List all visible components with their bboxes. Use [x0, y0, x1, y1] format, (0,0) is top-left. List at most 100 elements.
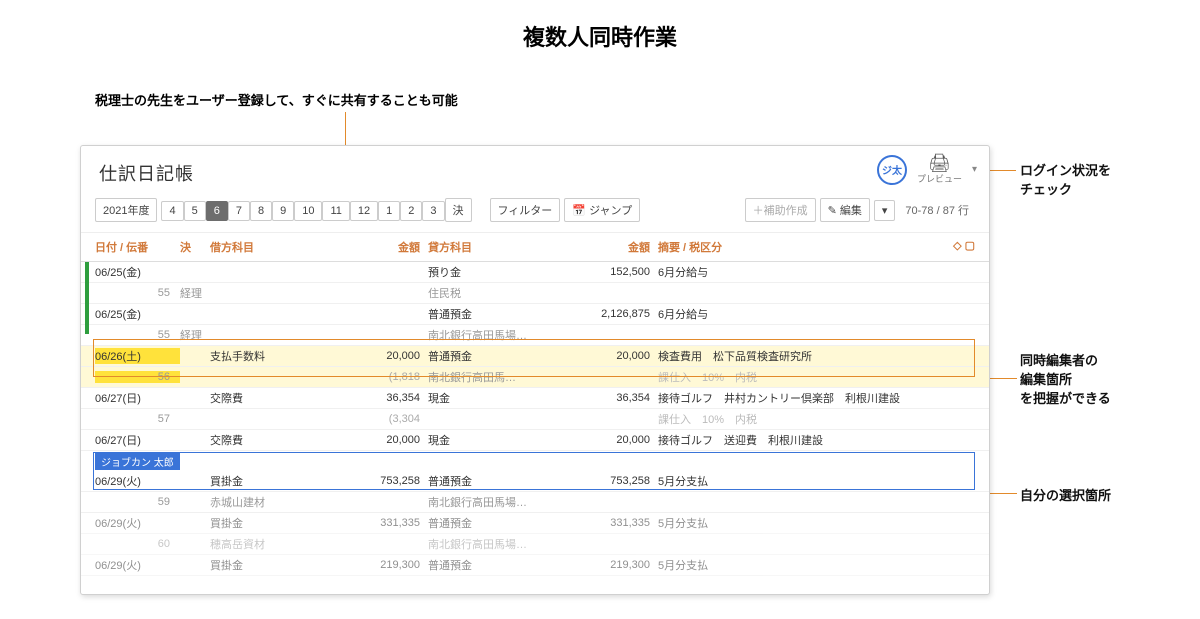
cell-desc: 接待ゴルフ 送迎費 利根川建設: [650, 432, 975, 448]
cell-debit: 穂高岳資材: [210, 536, 350, 552]
table-subrow[interactable]: 59赤城山建材南北銀行高田馬場…: [81, 492, 989, 513]
grid-body: 06/25(金)預り金152,5006月分給与55経理住民税06/25(金)普通…: [81, 262, 989, 576]
header-desc[interactable]: 摘要 / 税区分: [650, 239, 935, 255]
user-avatar[interactable]: ジ太: [877, 155, 907, 185]
settlement-button[interactable]: 決: [445, 198, 472, 222]
cell-amount-debit: 20,000: [350, 434, 420, 446]
cell-credit: 普通預金: [420, 473, 580, 489]
month-button-3[interactable]: 3: [422, 201, 444, 221]
cell-amount-debit: (1,818: [350, 371, 420, 383]
cell-amount-credit: 331,335: [580, 517, 650, 529]
calendar-icon: 📅: [572, 205, 586, 217]
cell-credit: 住民税: [420, 285, 580, 301]
print-label: プレビュー: [917, 172, 962, 185]
cell-desc: 5月分支払: [650, 557, 975, 573]
cell-desc: 課仕入 10% 内税: [650, 369, 975, 385]
tag-icon[interactable]: ◇: [953, 240, 961, 252]
month-button-10[interactable]: 10: [294, 201, 322, 221]
table-subrow[interactable]: 60 穂高岳資材 南北銀行高田馬場…: [81, 534, 989, 555]
print-preview-button[interactable]: 🖨 プレビュー: [917, 154, 962, 185]
header-icons: ◇ ▢: [935, 239, 975, 255]
header-date[interactable]: 日付 / 伝番: [95, 239, 180, 255]
table-subrow[interactable]: 55経理 住民税: [81, 283, 989, 304]
cell-debit: 交際費: [210, 390, 350, 406]
table-row[interactable]: 06/29(火)買掛金753,258普通預金753,2585月分支払: [81, 471, 989, 492]
pencil-icon: ✎: [828, 205, 837, 217]
header-settle[interactable]: 決: [180, 239, 210, 255]
header-debit[interactable]: 借方科目: [210, 239, 350, 255]
cell-debit: 買掛金: [210, 473, 350, 489]
table-subrow[interactable]: 57(3,304課仕入 10% 内税: [81, 409, 989, 430]
callout-other-editor: 同時編集者の 編集箇所 を把握ができる: [1020, 350, 1111, 407]
table-subrow[interactable]: 56(1,818南北銀行高田馬…課仕入 10% 内税: [81, 367, 989, 388]
month-button-6[interactable]: 6: [206, 201, 228, 221]
cell-credit: 預り金: [420, 264, 580, 280]
note-icon[interactable]: ▢: [965, 240, 975, 252]
month-button-4[interactable]: 4: [161, 201, 183, 221]
cell-credit: 南北銀行高田馬場…: [420, 536, 580, 552]
header-credit[interactable]: 貸方科目: [420, 239, 580, 255]
cell-settle: 経理: [180, 285, 210, 301]
table-row[interactable]: 06/25(金)普通預金2,126,8756月分給与: [81, 304, 989, 325]
month-button-5[interactable]: 5: [184, 201, 206, 221]
month-button-11[interactable]: 11: [322, 201, 349, 221]
jump-label: ジャンプ: [589, 205, 632, 217]
cell-amount-credit: 152,500: [580, 266, 650, 278]
cell-date: 06/26(土): [95, 348, 180, 364]
table-row[interactable]: 06/29(火)買掛金331,335普通預金331,3355月分支払: [81, 513, 989, 534]
cell-debit: 支払手数料: [210, 348, 350, 364]
header-amount-credit[interactable]: 金額: [580, 239, 650, 255]
cell-credit: 普通預金: [420, 557, 580, 573]
aux-create-button[interactable]: ＋補助作成: [745, 198, 816, 222]
cell-amount-debit: (3,304: [350, 413, 420, 425]
annotation-line: [987, 378, 1017, 379]
month-button-2[interactable]: 2: [400, 201, 422, 221]
cell-date: 06/27(日): [95, 390, 180, 406]
table-subrow[interactable]: 55経理南北銀行高田馬場…: [81, 325, 989, 346]
month-button-12[interactable]: 12: [350, 201, 378, 221]
month-button-9[interactable]: 9: [272, 201, 294, 221]
cell-amount-credit: 2,126,875: [580, 308, 650, 320]
cell-amount-credit: 20,000: [580, 434, 650, 446]
cell-debit: 赤城山建材: [210, 494, 350, 510]
jump-button[interactable]: 📅 ジャンプ: [564, 198, 640, 222]
cell-date: 06/29(火): [95, 515, 180, 531]
table-row[interactable]: 06/29(火)買掛金219,300普通預金219,3005月分支払: [81, 555, 989, 576]
edit-label: 編集: [840, 205, 862, 217]
table-row[interactable]: 06/27(日)交際費36,354現金36,354接待ゴルフ 井村カントリー倶楽…: [81, 388, 989, 409]
cell-settle: 経理: [180, 327, 210, 343]
page-heading: 複数人同時作業: [0, 0, 1200, 52]
dropdown-caret-icon[interactable]: ▾: [972, 164, 977, 175]
cell-credit: 普通預金: [420, 306, 580, 322]
month-button-7[interactable]: 7: [228, 201, 250, 221]
cell-date: 06/25(金): [95, 306, 180, 322]
header-amount-debit[interactable]: 金額: [350, 239, 420, 255]
annotation-line: [987, 493, 1017, 494]
table-row[interactable]: 06/27(日)交際費20,000現金20,000接待ゴルフ 送迎費 利根川建設: [81, 430, 989, 451]
cell-credit: 現金: [420, 390, 580, 406]
cell-date: 55: [95, 287, 180, 299]
table-row[interactable]: 06/26(土)支払手数料20,000普通預金20,000検査費用 松下品質検査…: [81, 346, 989, 367]
cell-credit: 普通預金: [420, 348, 580, 364]
printer-icon: 🖨: [928, 154, 951, 172]
cell-debit: 買掛金: [210, 515, 350, 531]
cell-date: 56: [95, 371, 180, 383]
grid-header: 日付 / 伝番 決 借方科目 金額 貸方科目 金額 摘要 / 税区分 ◇ ▢: [81, 233, 989, 262]
cell-date: 60: [95, 538, 180, 550]
toolbar: 2021年度 456789101112123決 フィルター 📅 ジャンプ ＋補助…: [81, 194, 989, 233]
editing-user-tag: ジョブカン 太郎: [95, 453, 180, 470]
table-row[interactable]: 06/25(金)預り金152,5006月分給与: [81, 262, 989, 283]
filter-button[interactable]: フィルター: [490, 198, 561, 222]
top-caption: 税理士の先生をユーザー登録して、すぐに共有することも可能: [95, 90, 458, 109]
cell-debit: 交際費: [210, 432, 350, 448]
month-button-1[interactable]: 1: [378, 201, 400, 221]
edit-dropdown-button[interactable]: ▾: [874, 200, 896, 221]
cell-amount-debit: 331,335: [350, 517, 420, 529]
cell-date: 06/29(火): [95, 473, 180, 489]
month-button-8[interactable]: 8: [250, 201, 272, 221]
cell-credit: 南北銀行高田馬場…: [420, 327, 580, 343]
cell-amount-debit: 20,000: [350, 350, 420, 362]
edit-button[interactable]: ✎ 編集: [820, 198, 870, 222]
cell-amount-credit: 20,000: [580, 350, 650, 362]
year-button[interactable]: 2021年度: [95, 198, 157, 222]
